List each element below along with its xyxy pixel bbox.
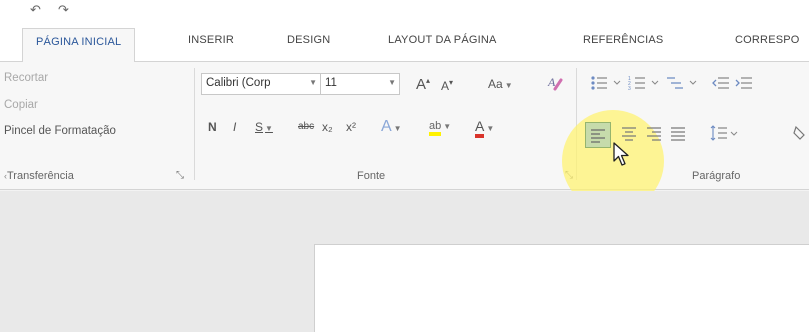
decrease-indent-button[interactable] (712, 75, 730, 94)
change-case-label: Aa (488, 77, 503, 91)
chevron-down-icon: ▼ (443, 122, 452, 131)
grow-font-button[interactable]: A▴ (416, 76, 430, 93)
shrink-font-label: A (441, 79, 450, 93)
tab-design[interactable]: DESIGN (287, 34, 330, 46)
clipboard-launcher-icon[interactable]: ⤡ (176, 170, 184, 181)
mouse-pointer-icon (613, 142, 630, 173)
line-spacing-button[interactable] (710, 124, 740, 145)
text-effects-label: A (381, 118, 392, 135)
chevron-down-icon: ▼ (265, 124, 273, 133)
chevron-down-icon: ▼ (486, 124, 495, 133)
quick-access-toolbar: ↶ ↷ (0, 0, 809, 22)
font-color-button[interactable]: A ▼ (475, 118, 495, 138)
group-divider (194, 68, 195, 180)
svg-text:3: 3 (628, 86, 631, 91)
tab-inserir[interactable]: INSERIR (188, 34, 234, 46)
paragraph-group-label: Parágrafo (692, 170, 741, 182)
superscript-button[interactable]: x² (346, 120, 356, 134)
clipboard-group-text: Transferência (7, 170, 74, 182)
underline-label: S (255, 120, 264, 134)
strikethrough-button[interactable]: abc (298, 121, 314, 132)
highlight-label: ab (429, 120, 442, 136)
align-right-button[interactable] (645, 125, 663, 146)
font-color-label: A (475, 118, 485, 138)
chevron-down-icon[interactable]: ▼ (388, 78, 396, 87)
highlight-color-button[interactable]: ab ▼ (429, 120, 452, 136)
tab-correspondencias[interactable]: CORRESPO (735, 34, 800, 46)
numbering-button[interactable]: 123 (628, 75, 662, 94)
multilevel-list-button[interactable] (666, 75, 700, 94)
bold-button[interactable]: N (208, 120, 217, 134)
ribbon-tabs: PÁGINA INICIAL INSERIR DESIGN LAYOUT DA … (0, 22, 809, 63)
font-name-combo[interactable]: Calibri (Corp ▼ (201, 73, 321, 95)
change-case-button[interactable]: Aa ▼ (488, 77, 513, 91)
clipboard-group-label: ‹Transferência (4, 170, 74, 182)
document-area (0, 191, 809, 332)
format-painter-button[interactable]: Pincel de Formatação (4, 125, 116, 137)
ribbon: Recortar Copiar Pincel de Formatação ‹Tr… (0, 62, 809, 212)
undo-icon[interactable]: ↶ (30, 2, 41, 18)
tab-referencias[interactable]: REFERÊNCIAS (583, 34, 663, 46)
underline-button[interactable]: S ▼ (255, 120, 273, 134)
align-left-button[interactable] (585, 122, 611, 148)
chevron-down-icon: ▼ (504, 81, 513, 90)
cut-button[interactable]: Recortar (4, 72, 48, 84)
redo-icon[interactable]: ↷ (58, 2, 69, 18)
document-page[interactable] (314, 244, 809, 332)
shading-icon[interactable] (792, 124, 809, 145)
copy-button[interactable]: Copiar (4, 99, 38, 111)
clear-formatting-icon[interactable]: A (547, 74, 563, 94)
grow-font-label: A (416, 76, 427, 93)
font-group-label: Fonte (357, 170, 386, 182)
font-size-value: 11 (325, 77, 337, 89)
tab-layout-da-pagina[interactable]: LAYOUT DA PÁGINA (388, 34, 497, 46)
bullets-button[interactable] (590, 75, 624, 94)
italic-button[interactable]: I (233, 120, 236, 134)
text-effects-button[interactable]: A ▼ (381, 118, 402, 136)
tab-pagina-inicial[interactable]: PÁGINA INICIAL (22, 28, 136, 63)
chevron-down-icon: ▼ (393, 124, 402, 133)
subscript-button[interactable]: x₂ (322, 120, 333, 134)
font-size-combo[interactable]: 11 ▼ (320, 73, 400, 95)
increase-indent-button[interactable] (735, 75, 753, 94)
justify-button[interactable] (669, 125, 687, 146)
font-name-value: Calibri (Corp (206, 77, 271, 89)
chevron-down-icon[interactable]: ▼ (309, 78, 317, 87)
shrink-font-button[interactable]: A▾ (441, 78, 453, 93)
